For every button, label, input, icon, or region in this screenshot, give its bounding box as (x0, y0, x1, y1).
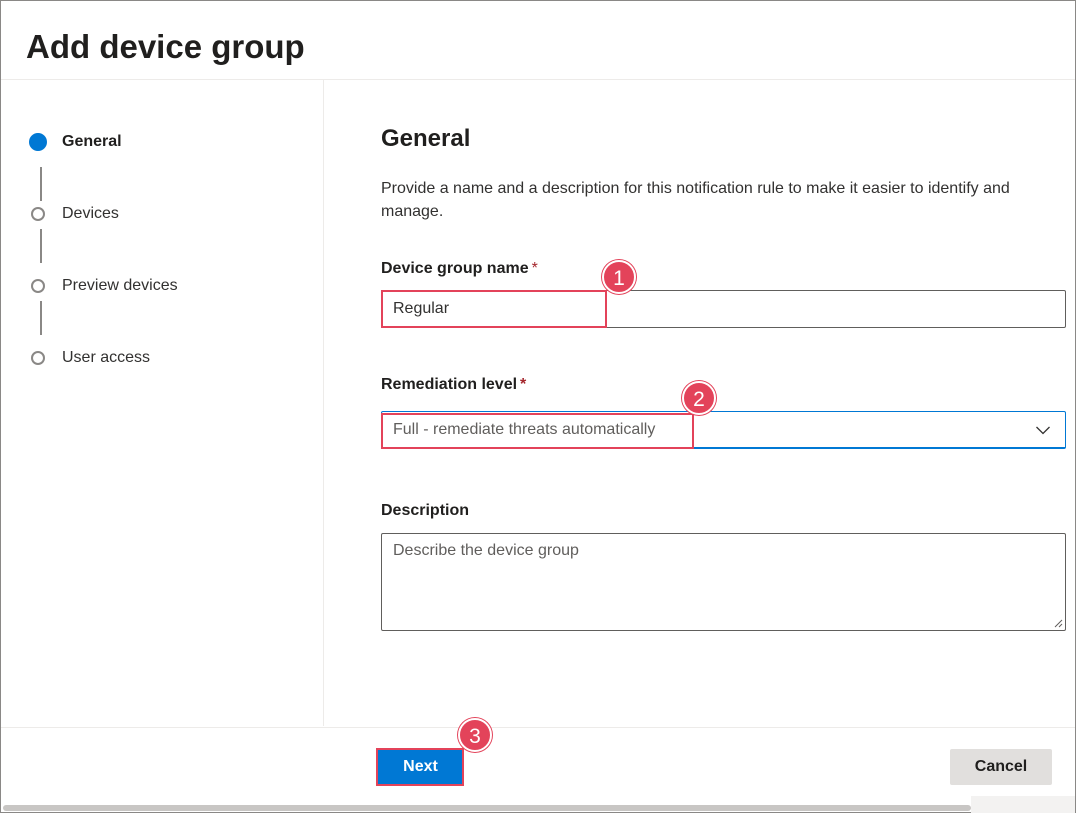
step-devices[interactable]: Devices (31, 202, 119, 226)
dialog-header: Add device group (1, 1, 1075, 80)
wizard-steps: General Devices Preview devices User acc… (1, 80, 324, 726)
remediation-level-label: Remediation level * (381, 376, 526, 394)
next-button[interactable]: Next (377, 749, 464, 785)
scrollbar-corner (971, 796, 1075, 813)
description-textarea[interactable] (381, 533, 1066, 631)
cancel-button[interactable]: Cancel (950, 749, 1052, 785)
annotation-badge: 2 (682, 381, 716, 415)
step-label: Preview devices (62, 277, 178, 294)
annotation-badge: 3 (458, 718, 492, 752)
dialog-footer: Next Cancel (1, 727, 1075, 813)
step-label: User access (62, 349, 151, 366)
dialog-title: Add device group (26, 28, 305, 65)
field-label-text: Description (381, 502, 470, 519)
field-label-text: Device group name (381, 260, 529, 277)
required-mark: * (531, 260, 538, 277)
step-connector (40, 167, 42, 201)
remediation-level-dropdown[interactable]: Full - remediate threats automatically (381, 411, 1066, 449)
step-preview-devices[interactable]: Preview devices (31, 274, 178, 298)
chevron-down-icon (1036, 426, 1050, 435)
resize-grip-icon[interactable] (1053, 618, 1063, 628)
step-connector (40, 301, 42, 335)
device-group-name-input[interactable] (381, 290, 1066, 328)
dropdown-selected-value: Full - remediate threats automatically (393, 421, 656, 438)
step-user-access[interactable]: User access (31, 346, 150, 370)
description-label: Description (381, 502, 469, 520)
horizontal-scrollbar[interactable] (3, 805, 971, 811)
step-active-indicator-icon (29, 133, 47, 151)
device-group-name-label: Device group name * (381, 260, 538, 278)
step-general[interactable]: General (29, 130, 122, 154)
field-label-text: Remediation level (381, 376, 518, 393)
required-mark: * (520, 376, 527, 393)
section-description: Provide a name and a description for thi… (381, 180, 1010, 220)
step-label: Devices (62, 205, 119, 222)
annotation-badge: 1 (602, 260, 636, 294)
section-title: General (381, 125, 471, 152)
description-field-wrapper (381, 533, 1066, 631)
step-connector (40, 229, 42, 263)
step-indicator-icon (31, 207, 45, 221)
step-indicator-icon (31, 351, 45, 365)
step-indicator-icon (31, 279, 45, 293)
step-label: General (62, 133, 122, 150)
